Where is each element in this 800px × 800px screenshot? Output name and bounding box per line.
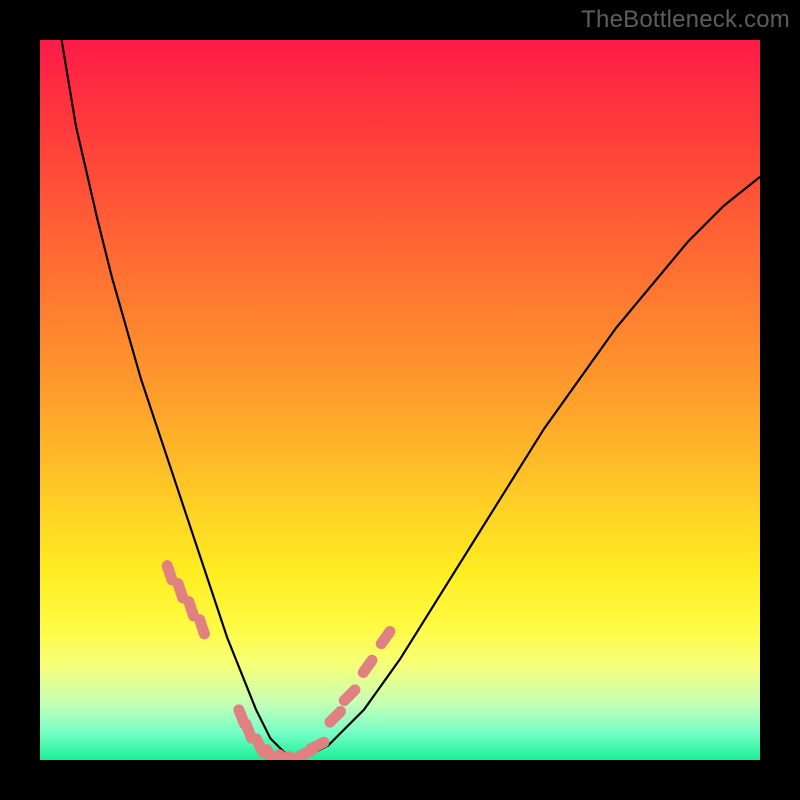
curve-marker (303, 735, 331, 756)
curve-marker (374, 624, 398, 652)
curve-line (62, 40, 760, 760)
curve-marker (322, 704, 348, 730)
curve-marker (356, 653, 380, 681)
curve-marker (337, 682, 363, 708)
curve-markers (160, 559, 397, 760)
bottleneck-curve (40, 40, 760, 760)
plot-area (40, 40, 760, 760)
watermark-text: TheBottleneck.com (581, 6, 790, 34)
curve-marker (193, 613, 212, 641)
chart-frame: TheBottleneck.com (0, 0, 800, 800)
